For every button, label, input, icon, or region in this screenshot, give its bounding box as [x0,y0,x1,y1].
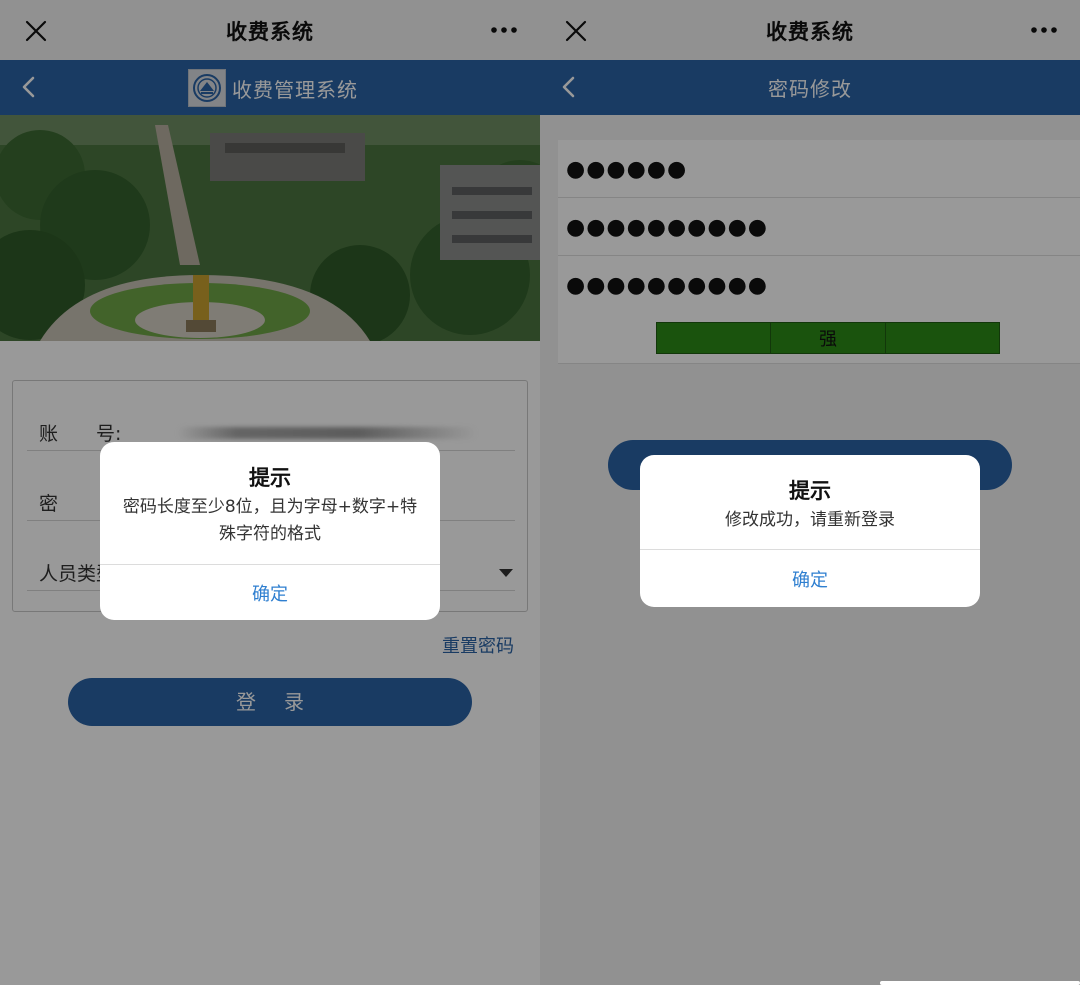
success-dialog: 提示 修改成功，请重新登录 确定 [640,455,980,607]
dialog-title: 提示 [249,466,291,490]
dialog-divider [100,564,440,565]
change-password-screen: 收费系统 密码修改 ●●●●●● ●●●●●●●●●● ●●●●●●●●●● 强 [540,0,1080,985]
dialog-message: 修改成功，请重新登录 [725,510,895,530]
dialog-message: 密码长度至少8位，且为字母+数字+特殊字符的格式 [122,497,418,544]
dialog-confirm-button[interactable]: 确定 [100,580,440,606]
dialog-confirm-button[interactable]: 确定 [640,566,980,592]
dialog-title: 提示 [789,479,831,503]
stage: 收费系统 收费管理系统 账 号: 密 人员类型: 重置密码 登录 提示 密码长度… [0,0,1080,985]
home-indicator [880,981,1080,985]
dialog-divider [640,549,980,550]
password-rule-dialog: 提示 密码长度至少8位，且为字母+数字+特殊字符的格式 确定 [100,442,440,620]
login-screen: 收费系统 收费管理系统 账 号: 密 人员类型: 重置密码 登录 提示 密码长度… [0,0,540,985]
